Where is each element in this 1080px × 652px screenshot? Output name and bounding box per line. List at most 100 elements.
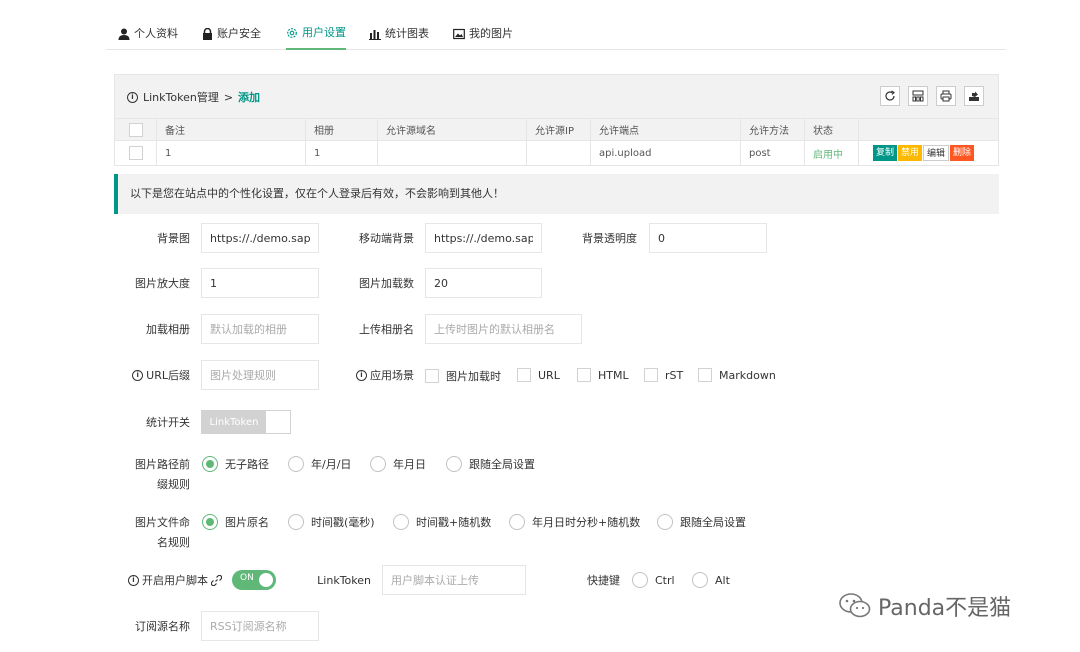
print-icon: [940, 90, 952, 102]
scene-option-label: 图片加载时: [446, 370, 501, 383]
radio[interactable]: [692, 572, 708, 588]
tab-account-security[interactable]: 账户安全: [202, 18, 261, 50]
radio[interactable]: [370, 456, 386, 472]
col-domain[interactable]: 允许源域名: [378, 119, 527, 140]
delete-button[interactable]: 删除: [950, 145, 975, 161]
path-rule-option-ymd[interactable]: 年月日: [370, 456, 426, 472]
tab-user-settings[interactable]: 用户设置: [286, 18, 346, 50]
filename-rule-option-label: 时间戳+随机数: [416, 516, 492, 529]
radio[interactable]: [632, 572, 648, 588]
load-count-input[interactable]: [425, 268, 542, 298]
tab-label: 用户设置: [302, 26, 346, 39]
filename-rule-label: 图片文件命 名规则: [110, 514, 190, 549]
scene-option-label: rST: [665, 368, 684, 382]
table-row: 1 1 api.upload post 启用中 复制 禁用 编辑 删除: [115, 141, 998, 165]
settings-tabs: 个人资料 账户安全 用户设置 统计图表 我的图片: [106, 18, 1006, 50]
url-suffix-label: URL后缀: [146, 369, 190, 382]
link-icon[interactable]: [211, 574, 222, 586]
linktoken-field-label: LinkToken: [317, 573, 371, 587]
select-all-cell: [115, 119, 157, 140]
bg-image-input[interactable]: [201, 223, 319, 253]
path-rule-option-ymd-slash[interactable]: 年/月/日: [288, 456, 351, 472]
checkbox[interactable]: [517, 368, 531, 382]
mobile-bg-input[interactable]: [425, 223, 542, 253]
radio[interactable]: [446, 456, 462, 472]
copy-button[interactable]: 复制: [873, 145, 898, 161]
checkbox[interactable]: [698, 368, 712, 382]
export-button[interactable]: [964, 86, 984, 106]
filename-rule-option-timestamp[interactable]: 时间戳(毫秒): [288, 514, 375, 530]
upload-album-input[interactable]: [425, 314, 582, 344]
col-ip[interactable]: 允许源IP: [527, 119, 591, 140]
bg-opacity-input[interactable]: [649, 223, 767, 253]
row-checkbox[interactable]: [128, 146, 143, 160]
checkbox[interactable]: [644, 368, 658, 382]
url-suffix-input[interactable]: [201, 360, 319, 390]
scene-option-rst[interactable]: rST: [644, 368, 683, 382]
row-select-cell: [115, 141, 157, 165]
cell-status: 启用中: [805, 141, 859, 165]
radio-checked[interactable]: [202, 456, 218, 472]
zoom-input[interactable]: [201, 268, 319, 298]
checkbox[interactable]: [577, 368, 591, 382]
scene-option-markdown[interactable]: Markdown: [698, 368, 776, 382]
user-script-toggle[interactable]: ON: [232, 570, 276, 590]
image-icon: [453, 28, 465, 40]
settings-notice: 以下是您在站点中的个性化设置，仅在个人登录后有效，不会影响到其他人！: [114, 174, 999, 214]
bar-chart-icon: [369, 30, 381, 40]
print-button[interactable]: [936, 86, 956, 106]
path-rule-option-label: 跟随全局设置: [469, 458, 535, 471]
filename-rule-option-datetime-random[interactable]: 年月日时分秒+随机数: [509, 514, 640, 530]
gear-icon: [287, 28, 297, 38]
checkbox[interactable]: [425, 369, 439, 383]
scene-option-load[interactable]: 图片加载时: [425, 368, 501, 384]
path-rule-option-none[interactable]: 无子路径: [202, 456, 269, 472]
info-icon: i: [356, 369, 367, 381]
col-remark[interactable]: 备注: [157, 119, 306, 140]
col-status[interactable]: 状态: [805, 119, 859, 140]
col-method[interactable]: 允许方法: [741, 119, 805, 140]
radio[interactable]: [657, 514, 673, 530]
col-endpoint[interactable]: 允许端点: [591, 119, 741, 140]
radio[interactable]: [393, 514, 409, 530]
select-all-checkbox[interactable]: [128, 122, 143, 137]
columns-button[interactable]: [908, 86, 928, 106]
radio[interactable]: [509, 514, 525, 530]
hotkey-option-ctrl[interactable]: Ctrl: [632, 572, 675, 588]
radio-checked[interactable]: [202, 514, 218, 530]
tab-my-images[interactable]: 我的图片: [453, 18, 513, 50]
stats-switch-label: 统计开关: [146, 416, 190, 429]
tab-statistics[interactable]: 统计图表: [369, 18, 429, 50]
refresh-button[interactable]: [880, 86, 900, 106]
export-icon: [969, 91, 979, 101]
linktoken-input[interactable]: [382, 565, 526, 595]
filename-rule-option-original[interactable]: 图片原名: [202, 514, 269, 530]
cell-actions: 复制 禁用 编辑 删除: [859, 141, 1000, 165]
scene-option-label: Markdown: [719, 368, 776, 382]
scene-option-url[interactable]: URL: [517, 368, 560, 382]
col-album[interactable]: 相册: [306, 119, 378, 140]
edit-button[interactable]: 编辑: [923, 145, 950, 161]
add-link[interactable]: 添加: [238, 89, 260, 105]
info-icon: i: [127, 91, 138, 103]
scene-option-label: URL: [538, 368, 560, 382]
filename-rule-option-global[interactable]: 跟随全局设置: [657, 514, 746, 530]
table-header: 备注 相册 允许源域名 允许源IP 允许端点 允许方法 状态: [115, 119, 998, 141]
stats-switch[interactable]: LinkToken: [201, 410, 291, 434]
user-icon: [118, 28, 130, 40]
filename-rule-option-timestamp-random[interactable]: 时间戳+随机数: [393, 514, 491, 530]
hotkey-option-alt[interactable]: Alt: [692, 572, 730, 588]
rss-input[interactable]: [201, 611, 319, 641]
radio[interactable]: [288, 514, 304, 530]
load-album-input[interactable]: [201, 314, 319, 344]
scene-option-html[interactable]: HTML: [577, 368, 629, 382]
path-rule-option-global[interactable]: 跟随全局设置: [446, 456, 535, 472]
tab-profile[interactable]: 个人资料: [118, 18, 178, 50]
filename-rule-label-line1: 图片文件命: [135, 516, 190, 529]
filename-rule-label-line2: 名规则: [157, 536, 190, 549]
radio[interactable]: [288, 456, 304, 472]
zoom-label: 图片放大度: [135, 277, 190, 290]
url-suffix-label-wrap: i URL后缀: [110, 360, 190, 390]
path-rule-option-label: 无子路径: [225, 458, 269, 471]
disable-button[interactable]: 禁用: [898, 145, 923, 161]
